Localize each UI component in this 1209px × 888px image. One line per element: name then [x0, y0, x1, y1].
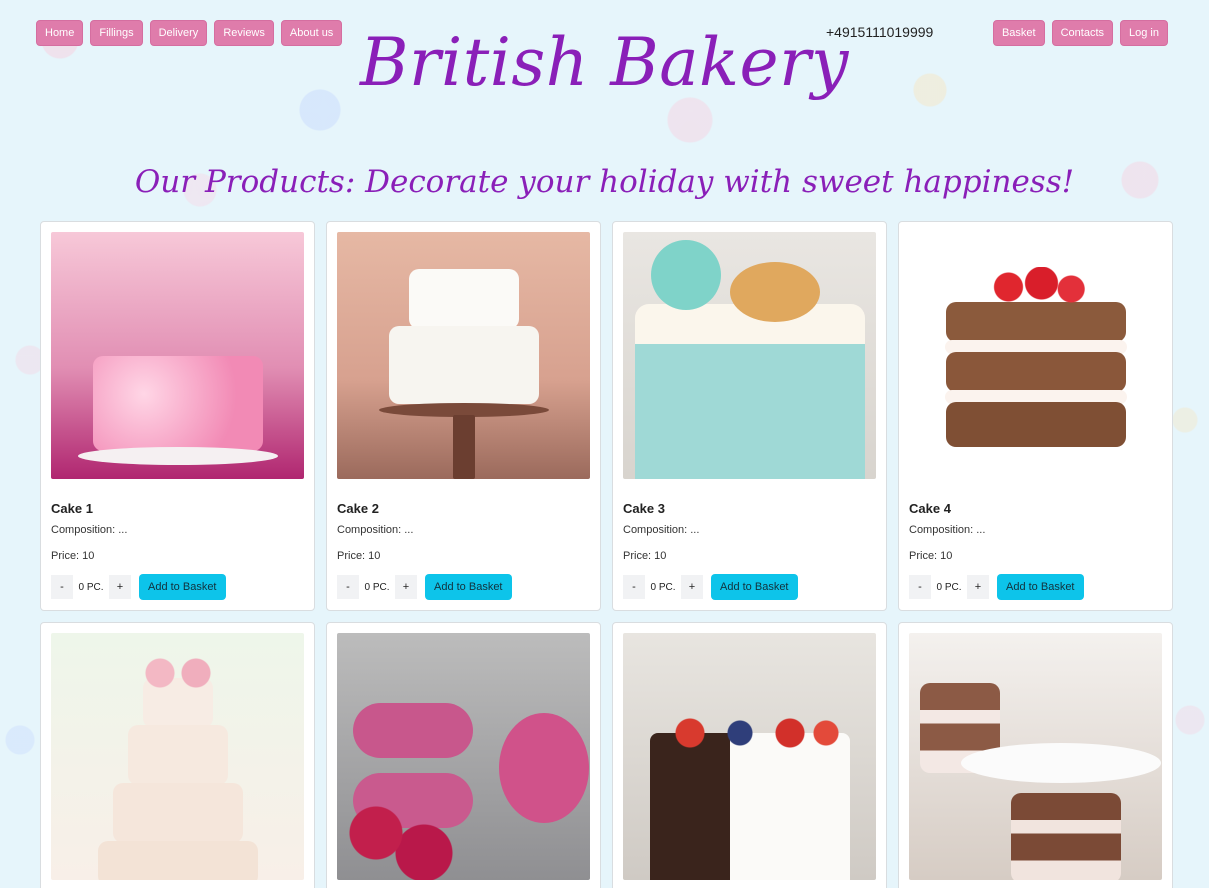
add-to-basket-button[interactable]: Add to Basket	[139, 574, 226, 600]
flowers	[132, 653, 223, 693]
cake-photo	[337, 232, 590, 479]
product-card	[40, 622, 315, 888]
raspberries	[340, 783, 461, 880]
cake-slice	[1010, 793, 1121, 880]
add-to-basket-button[interactable]: Add to Basket	[997, 574, 1084, 600]
product-composition: Composition: ...	[909, 524, 986, 536]
decrease-quantity-button[interactable]: -	[623, 575, 645, 599]
macaron-right	[499, 713, 590, 823]
product-actions: - 0 PC. + Add to Basket	[337, 574, 590, 600]
product-composition: Composition: ...	[337, 524, 414, 536]
cake-layer	[945, 302, 1126, 342]
donut-topping	[729, 262, 820, 322]
cake-tier	[97, 841, 258, 880]
add-to-basket-button[interactable]: Add to Basket	[711, 574, 798, 600]
product-card: Cake 4 Composition: ... Price: 10 - 0 PC…	[898, 221, 1173, 611]
cake-tier	[127, 725, 228, 785]
quantity-display: 0 PC.	[650, 581, 676, 593]
product-grid: Cake 1 Composition: ... Price: 10 - 0 PC…	[40, 221, 1173, 888]
product-card	[898, 622, 1173, 888]
increase-quantity-button[interactable]: +	[967, 575, 989, 599]
berries-topping	[649, 713, 850, 753]
quantity-display: 0 PC.	[364, 581, 390, 593]
product-actions: - 0 PC. + Add to Basket	[51, 574, 304, 600]
product-price: Price: 10	[337, 550, 381, 562]
increase-quantity-button[interactable]: +	[109, 575, 131, 599]
cake-layer	[945, 352, 1126, 392]
decrease-quantity-button[interactable]: -	[909, 575, 931, 599]
product-card: Cake 3 Composition: ... Price: 10 - 0 PC…	[612, 221, 887, 611]
cake-photo	[623, 633, 876, 880]
cake-photo	[51, 232, 304, 479]
cake-photo	[909, 633, 1162, 880]
cake-photo	[337, 633, 590, 880]
decrease-quantity-button[interactable]: -	[337, 575, 359, 599]
product-title: Cake 1	[51, 501, 93, 516]
page-tagline: Our Products: Decorate your holiday with…	[134, 164, 1075, 200]
plate-shape	[77, 447, 278, 465]
product-card	[612, 622, 887, 888]
cake-tier-bottom	[388, 326, 539, 404]
product-price: Price: 10	[623, 550, 667, 562]
cake-photo	[51, 633, 304, 880]
cake-shape	[92, 356, 263, 451]
product-price: Price: 10	[909, 550, 953, 562]
product-price: Price: 10	[51, 550, 95, 562]
increase-quantity-button[interactable]: +	[395, 575, 417, 599]
cake-stand-leg	[452, 415, 475, 479]
product-card	[326, 622, 601, 888]
quantity-display: 0 PC.	[936, 581, 962, 593]
cake-photo	[623, 232, 876, 479]
cake-layer	[945, 402, 1126, 447]
product-title: Cake 2	[337, 501, 379, 516]
add-to-basket-button[interactable]: Add to Basket	[425, 574, 512, 600]
product-title: Cake 4	[909, 501, 951, 516]
macaron-topping	[651, 240, 722, 310]
product-composition: Composition: ...	[623, 524, 700, 536]
cake-tier-top	[408, 269, 519, 329]
product-title: Cake 3	[623, 501, 665, 516]
cake-photo	[909, 232, 1162, 479]
cake-body	[649, 733, 850, 880]
plate	[960, 743, 1161, 783]
strawberries	[980, 267, 1091, 307]
cake-shape	[634, 304, 865, 479]
product-composition: Composition: ...	[51, 524, 128, 536]
cake-tier	[112, 783, 243, 843]
product-actions: - 0 PC. + Add to Basket	[623, 574, 876, 600]
site-logo: British Bakery	[360, 24, 849, 101]
decrease-quantity-button[interactable]: -	[51, 575, 73, 599]
macaron	[352, 703, 473, 758]
quantity-display: 0 PC.	[78, 581, 104, 593]
product-card: Cake 2 Composition: ... Price: 10 - 0 PC…	[326, 221, 601, 611]
product-card: Cake 1 Composition: ... Price: 10 - 0 PC…	[40, 221, 315, 611]
product-actions: - 0 PC. + Add to Basket	[909, 574, 1162, 600]
increase-quantity-button[interactable]: +	[681, 575, 703, 599]
